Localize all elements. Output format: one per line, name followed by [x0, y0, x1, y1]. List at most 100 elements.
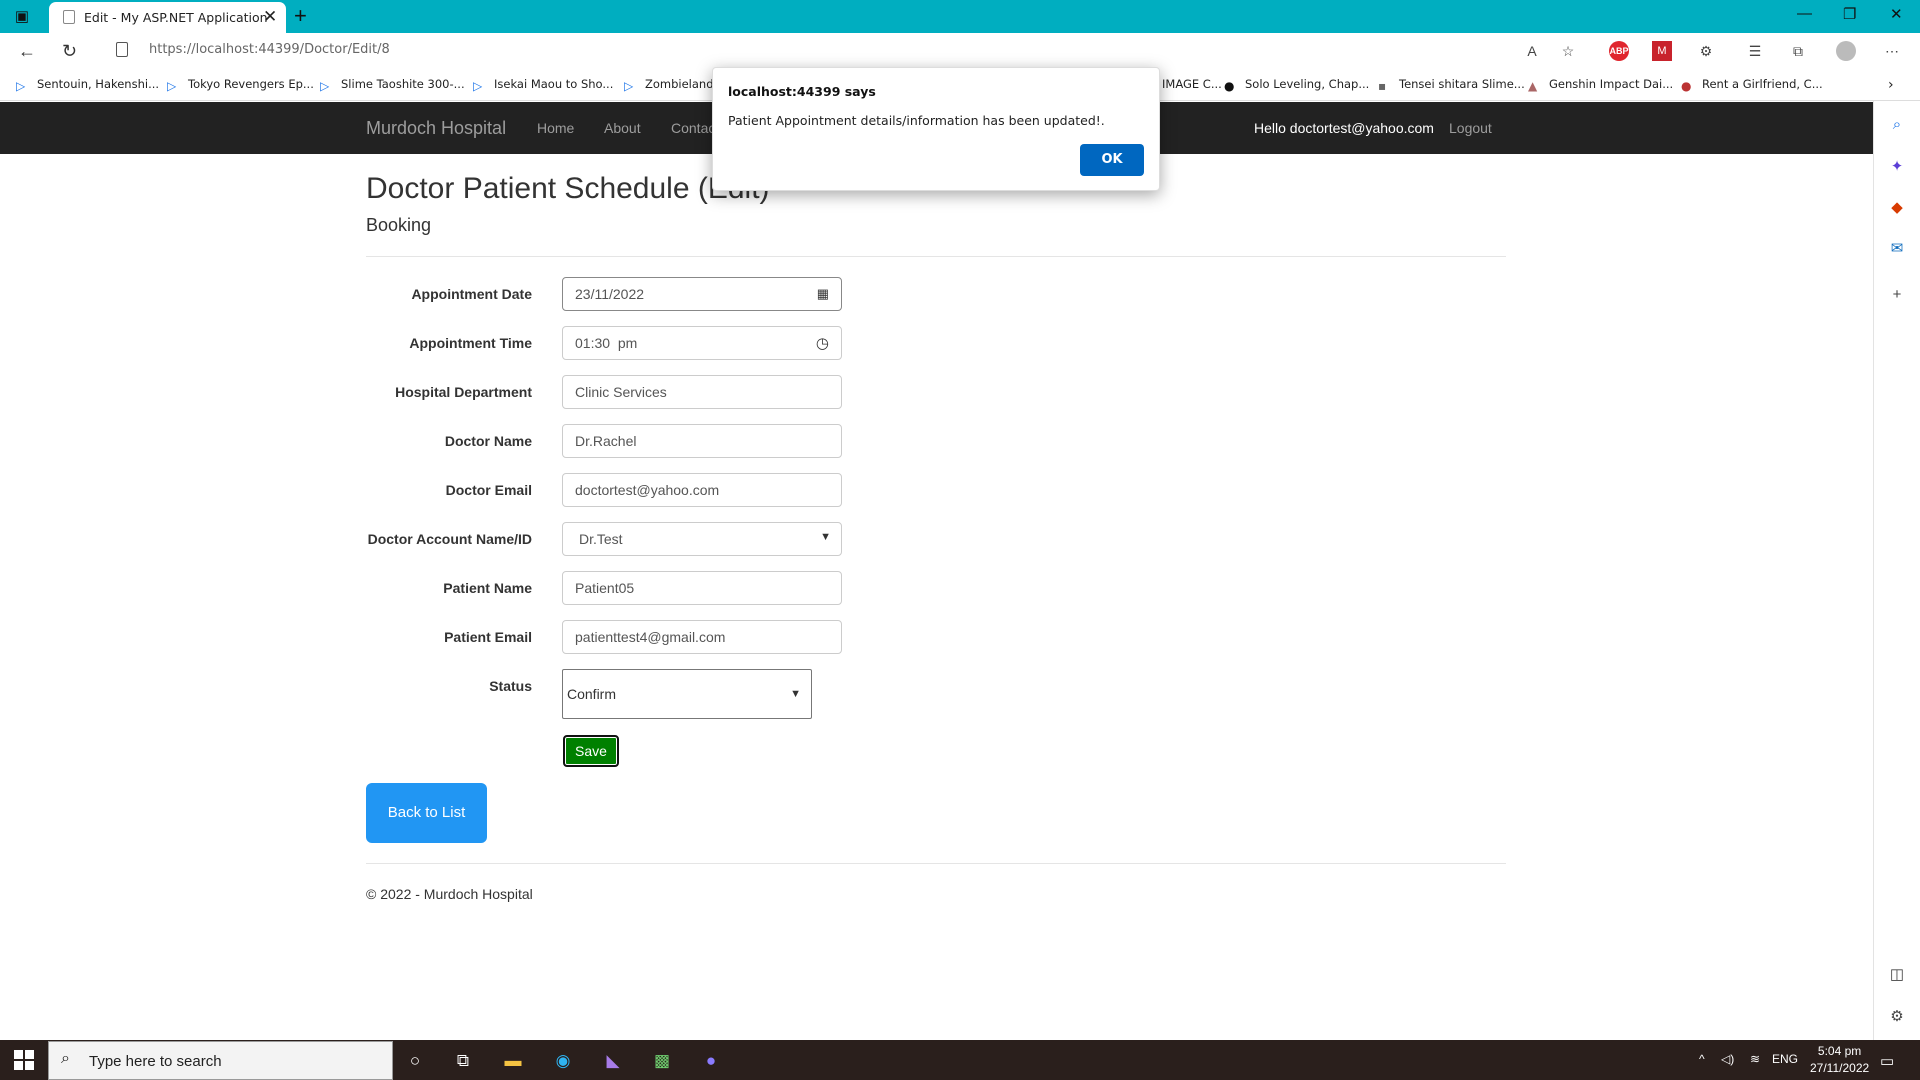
refresh-icon[interactable]: ↻ — [62, 41, 77, 62]
taskbar-search-placeholder: Type here to search — [89, 1053, 222, 1070]
footer-text: © 2022 - Murdoch Hospital — [366, 886, 533, 902]
calendar-icon[interactable]: ▦ — [817, 286, 829, 302]
bookmark-icon: ▲ — [1528, 79, 1538, 93]
nav-about[interactable]: About — [604, 120, 641, 136]
language-indicator[interactable]: ENG — [1772, 1052, 1798, 1066]
adblock-icon[interactable]: ABP — [1609, 41, 1629, 61]
label-patient-email: Patient Email — [444, 629, 532, 645]
alert-dialog: localhost:44399 says Patient Appointment… — [712, 67, 1160, 191]
save-button[interactable]: Save — [563, 735, 619, 767]
appointment-date-input[interactable]: 23/11/2022 ▦ — [562, 277, 842, 311]
favorite-item[interactable]: ▷ Zombieland — [624, 77, 714, 93]
browser-tab[interactable]: Edit - My ASP.NET Application ✕ — [49, 2, 286, 33]
browser-tab-strip: ▣ Edit - My ASP.NET Application ✕ + — ❐ … — [0, 0, 1920, 33]
appointment-date-value: 23/11/2022 — [575, 286, 645, 302]
favorite-item[interactable]: IMAGE C... — [1162, 77, 1222, 91]
page-subtitle: Booking — [366, 215, 432, 235]
brand-link[interactable]: Murdoch Hospital — [366, 118, 506, 139]
cortana-icon[interactable]: ○ — [402, 1048, 428, 1074]
add-icon[interactable]: + — [1888, 286, 1906, 304]
nav-home[interactable]: Home — [537, 120, 574, 136]
minimize-icon[interactable]: — — [1797, 5, 1812, 22]
windows-start-icon[interactable] — [14, 1050, 34, 1070]
read-aloud-icon[interactable]: A — [1522, 41, 1542, 61]
profile-avatar[interactable] — [1836, 41, 1856, 61]
tab-title: Edit - My ASP.NET Application — [84, 10, 268, 25]
add-favorite-icon[interactable]: ☆ — [1558, 41, 1578, 61]
appointment-time-value: 01:30 pm — [575, 335, 638, 351]
extension-icon[interactable]: M — [1652, 41, 1672, 61]
favorite-item[interactable]: ▷ Tokyo Revengers Ep... — [167, 77, 314, 93]
close-tab-icon[interactable]: ✕ — [263, 7, 277, 27]
clock-icon[interactable]: ◷ — [816, 334, 829, 352]
back-icon[interactable]: ← — [18, 41, 36, 62]
notifications-icon[interactable]: ▭ — [1880, 1052, 1894, 1070]
page-icon — [63, 10, 75, 24]
ok-button[interactable]: OK — [1080, 144, 1144, 176]
doctor-account-value: Dr.Test — [579, 531, 623, 547]
copilot-icon[interactable]: ✦ — [1888, 158, 1906, 176]
task-view-icon[interactable]: ⧉ — [450, 1048, 476, 1074]
office-icon[interactable]: ◆ — [1888, 199, 1906, 217]
taskbar-search-box[interactable]: ⌕ Type here to search — [48, 1041, 393, 1080]
hospital-department-input[interactable]: Clinic Services — [562, 375, 842, 409]
speaker-icon[interactable]: ◁) — [1721, 1052, 1734, 1066]
logout-link[interactable]: Logout — [1449, 120, 1492, 136]
patient-email-input[interactable]: patienttest4@gmail.com — [562, 620, 842, 654]
appointment-time-input[interactable]: 01:30 pm ◷ — [562, 326, 842, 360]
tab-actions-icon[interactable]: ▣ — [12, 7, 32, 25]
divider — [366, 256, 1506, 257]
search-icon: ⌕ — [61, 1050, 70, 1067]
doctor-email-input[interactable]: doctortest@yahoo.com — [562, 473, 842, 507]
bookmark-icon: ● — [1681, 79, 1692, 93]
favorite-item[interactable]: ▷ Slime Taoshite 300-... — [320, 77, 465, 93]
play-icon: ▷ — [320, 79, 330, 93]
extensions-icon[interactable]: ⚙ — [1696, 41, 1716, 61]
close-window-icon[interactable]: ✕ — [1890, 5, 1903, 23]
doctor-name-input[interactable]: Dr.Rachel — [562, 424, 842, 458]
taskbar-clock[interactable]: 5:04 pm 27/11/2022 — [1810, 1043, 1869, 1077]
label-appointment-date: Appointment Date — [411, 286, 532, 302]
new-tab-icon[interactable]: + — [294, 3, 307, 29]
wifi-icon[interactable]: ≋ — [1750, 1052, 1760, 1066]
outlook-icon[interactable]: ✉ — [1888, 240, 1906, 258]
visual-studio-icon[interactable]: ◣ — [600, 1048, 626, 1074]
sidebar-toggle-icon[interactable]: ◫ — [1888, 966, 1906, 984]
doctor-account-select[interactable]: Dr.Test ▼ — [562, 522, 842, 556]
restore-icon[interactable]: ❐ — [1843, 5, 1856, 23]
file-explorer-icon[interactable]: ▬ — [500, 1048, 526, 1074]
edge-icon[interactable]: ◉ — [550, 1048, 576, 1074]
label-doctor-name: Doctor Name — [444, 433, 532, 449]
collections-icon[interactable]: ⧉ — [1788, 41, 1808, 61]
dialog-title: localhost:44399 says — [728, 84, 876, 99]
favorites-icon[interactable]: ☰ — [1745, 41, 1765, 61]
favorite-item[interactable]: ▪ Tensei shitara Slime... — [1378, 77, 1525, 93]
play-icon: ▷ — [473, 79, 483, 93]
chevron-down-icon: ▼ — [790, 688, 801, 700]
patient-name-input[interactable]: Patient05 — [562, 571, 842, 605]
more-icon[interactable]: ⋯ — [1882, 41, 1902, 61]
lock-icon[interactable] — [116, 42, 128, 57]
address-bar-row: ← ↻ https://localhost:44399/Doctor/Edit/… — [0, 33, 1920, 69]
favorite-item[interactable]: ● Rent a Girlfriend, C... — [1681, 77, 1823, 93]
favorite-item[interactable]: ▷ Sentouin, Hakenshi... — [16, 77, 159, 93]
favorite-item[interactable]: ▲ Genshin Impact Dai... — [1528, 77, 1673, 93]
bookmark-icon: ● — [1224, 79, 1235, 93]
excel-icon[interactable]: ▩ — [649, 1048, 675, 1074]
back-to-list-button[interactable]: Back to List — [366, 783, 487, 843]
divider — [366, 863, 1506, 864]
settings-icon[interactable]: ⚙ — [1888, 1008, 1906, 1026]
play-icon: ▷ — [167, 79, 177, 93]
favorite-item[interactable]: ● Solo Leveling, Chap... — [1224, 77, 1369, 93]
discord-icon[interactable]: ● — [698, 1048, 724, 1074]
favorite-item[interactable]: ▷ Isekai Maou to Sho... — [473, 77, 613, 93]
url-text[interactable]: https://localhost:44399/Doctor/Edit/8 — [149, 42, 390, 57]
status-select[interactable]: Confirm ▼ — [562, 669, 812, 719]
play-icon: ▷ — [624, 79, 634, 93]
taskbar: ⌕ Type here to search — [0, 1040, 1920, 1080]
chevron-right-icon[interactable]: › — [1888, 77, 1894, 93]
status-value: Confirm — [567, 686, 617, 702]
user-greeting[interactable]: Hello doctortest@yahoo.com — [1254, 120, 1434, 136]
chevron-up-icon[interactable]: ^ — [1699, 1052, 1705, 1066]
search-icon[interactable]: ⌕ — [1888, 116, 1906, 134]
